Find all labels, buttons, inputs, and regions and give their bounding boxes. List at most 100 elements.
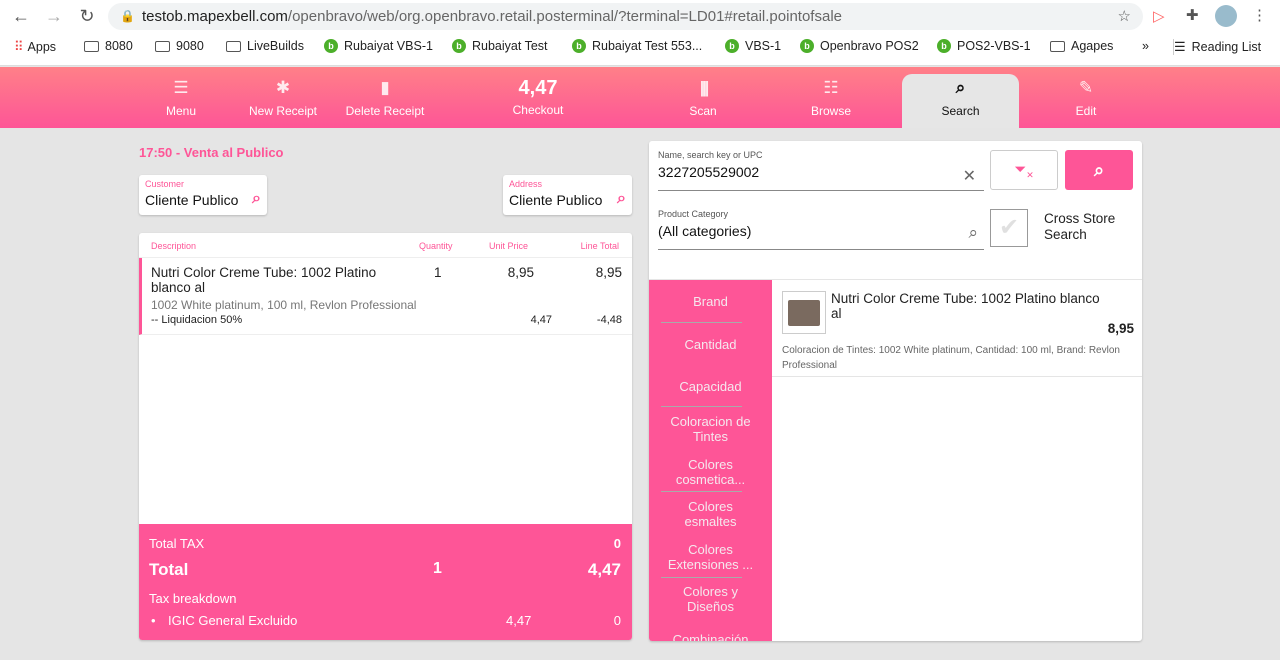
- customer-label: Customer: [145, 179, 185, 189]
- result-description: Coloracion de Tintes: 1002 White platinu…: [782, 345, 1120, 371]
- bookmark-vbs1[interactable]: b VBS-1: [725, 39, 781, 53]
- bookmark-pos2-vbs1[interactable]: b POS2-VBS-1: [937, 39, 1031, 53]
- totals-panel: Total TAX 0 Total 1 4,47 Tax breakdown •…: [139, 524, 632, 640]
- hamburger-icon: ☰: [173, 78, 189, 97]
- total-quantity: 1: [433, 560, 442, 577]
- total-label: Total: [149, 560, 189, 579]
- folder-icon: [155, 40, 170, 52]
- tax-base: 4,47: [506, 613, 532, 628]
- bookmarks-more[interactable]: »: [1142, 39, 1149, 53]
- bookmark-rubaiyat-test-553[interactable]: b Rubaiyat Test 553...: [572, 39, 702, 53]
- bookmark-label: Apps: [27, 40, 57, 54]
- product-category-field[interactable]: Product Category (All categories) ⌕: [658, 209, 984, 250]
- product-search-field[interactable]: Name, search key or UPC 3227205529002 ✕: [658, 150, 984, 191]
- search-tab[interactable]: ⌕ Search: [902, 74, 1019, 128]
- category-item[interactable]: Colores esmaltes: [649, 499, 772, 529]
- clear-filter-button[interactable]: ⏷✕: [990, 150, 1058, 190]
- category-item[interactable]: Combinación: [649, 632, 772, 641]
- col-quantity: Quantity: [419, 241, 453, 251]
- tax-name: IGIC General Excluido: [168, 613, 298, 628]
- search-icon: ⌕: [617, 190, 626, 207]
- menu-button[interactable]: ☰ Menu: [151, 67, 211, 128]
- line-quantity: 1: [434, 265, 442, 280]
- product-result[interactable]: Nutri Color Creme Tube: 1002 Platino bla…: [772, 280, 1142, 377]
- openbravo-icon: b: [725, 39, 739, 53]
- col-line-total: Line Total: [580, 241, 619, 251]
- puzzle-icon[interactable]: ✚: [1186, 6, 1199, 24]
- extension-icon[interactable]: ▷: [1153, 7, 1165, 25]
- bookmark-label: POS2-VBS-1: [957, 39, 1031, 53]
- reading-list-label: Reading List: [1191, 40, 1262, 54]
- divider: [661, 406, 742, 407]
- bookmark-rubaiyat-vbs1[interactable]: b Rubaiyat VBS-1: [324, 39, 433, 53]
- search-icon[interactable]: ⌕: [968, 223, 978, 243]
- address-value: Cliente Publico: [509, 192, 603, 208]
- openbravo-icon: b: [937, 39, 951, 53]
- bookmark-9080[interactable]: 9080: [155, 39, 204, 53]
- total-value: 4,47: [587, 560, 621, 579]
- product-category-value: (All categories): [658, 223, 752, 239]
- bookmark-apps[interactable]: ⠿ Apps: [14, 39, 56, 55]
- customer-value: Cliente Publico: [145, 192, 239, 208]
- bookmark-livebuilds[interactable]: LiveBuilds: [226, 39, 304, 53]
- bookmark-label: Openbravo POS2: [820, 39, 919, 53]
- clear-icon[interactable]: ✕: [963, 166, 976, 186]
- delete-receipt-button[interactable]: ▮ Delete Receipt: [340, 67, 430, 128]
- result-product-name: Nutri Color Creme Tube: 1002 Platino bla…: [831, 291, 1100, 321]
- pos-toolbar: ☰ Menu ✱ New Receipt ▮ Delete Receipt 4,47 C…: [0, 67, 1280, 128]
- asterisk-icon: ✱: [275, 78, 291, 97]
- browse-button[interactable]: ☷ Browse: [801, 67, 861, 128]
- address-selector[interactable]: Address Cliente Publico ⌕: [503, 175, 632, 215]
- category-item[interactable]: Cantidad: [649, 337, 772, 352]
- category-item[interactable]: Brand: [649, 294, 772, 309]
- search-icon: ⌕: [1093, 160, 1105, 180]
- receipt-line[interactable]: Nutri Color Creme Tube: 1002 Platino bla…: [139, 258, 632, 335]
- back-icon[interactable]: ←: [9, 6, 33, 27]
- bookmark-rubaiyat-test[interactable]: b Rubaiyat Test: [452, 39, 548, 53]
- category-item[interactable]: Colores cosmetica...: [649, 457, 772, 487]
- category-item[interactable]: Capacidad: [649, 379, 772, 394]
- category-item[interactable]: Coloracion de Tintes: [649, 414, 772, 444]
- new-receipt-button[interactable]: ✱ New Receipt: [243, 67, 323, 128]
- reading-list[interactable]: ☰ Reading List: [1173, 39, 1261, 55]
- search-label: Search: [941, 104, 980, 118]
- edit-button[interactable]: ✎ Edit: [1056, 67, 1116, 128]
- address-bar[interactable]: 🔒 testob.mapexbell.com/openbravo/web/org.…: [108, 3, 1143, 30]
- col-description: Description: [151, 241, 197, 251]
- customer-selector[interactable]: Customer Cliente Publico ⌕: [139, 175, 267, 215]
- reload-icon[interactable]: ↻: [75, 6, 99, 27]
- openbravo-icon: b: [800, 39, 814, 53]
- result-price: 8,95: [1107, 321, 1134, 336]
- product-search-label: Name, search key or UPC: [658, 150, 763, 160]
- cross-store-checkbox[interactable]: ✔: [990, 209, 1028, 247]
- checkout-button[interactable]: 4,47 Checkout: [498, 67, 578, 128]
- kebab-menu-icon[interactable]: ⋮: [1252, 6, 1267, 24]
- star-icon[interactable]: ☆: [1118, 3, 1131, 30]
- category-item[interactable]: Colores y Diseños: [649, 584, 772, 614]
- line-unit-price: 8,95: [507, 265, 534, 280]
- category-item[interactable]: Colores Extensiones ...: [649, 542, 772, 572]
- lock-icon: 🔒: [120, 9, 135, 23]
- avatar[interactable]: [1215, 5, 1237, 27]
- bookmark-8080[interactable]: 8080: [84, 39, 133, 53]
- folder-icon: [84, 40, 99, 52]
- bookmark-agapes[interactable]: Agapes: [1050, 39, 1113, 53]
- check-icon: ✔: [998, 214, 1020, 241]
- search-button[interactable]: ⌕: [1065, 150, 1133, 190]
- forward-icon[interactable]: →: [42, 6, 66, 27]
- bookmark-label: VBS-1: [745, 39, 782, 53]
- cross-store-label: Cross Store Search: [1044, 211, 1116, 242]
- divider: [661, 322, 742, 323]
- bookmark-label: LiveBuilds: [247, 39, 304, 53]
- address-label: Address: [509, 179, 543, 189]
- scan-button[interactable]: ||||| Scan: [673, 67, 733, 128]
- product-thumbnail: [782, 291, 826, 334]
- product-search-input[interactable]: 3227205529002: [658, 164, 984, 180]
- barcode-icon: |||||: [699, 78, 709, 97]
- delete-receipt-label: Delete Receipt: [345, 104, 425, 118]
- bookmark-label: Rubaiyat VBS-1: [344, 39, 433, 53]
- line-product-name: Nutri Color Creme Tube: 1002 Platino bla…: [151, 265, 377, 295]
- divider: [661, 577, 742, 578]
- search-icon: ⌕: [955, 78, 966, 97]
- bookmark-openbravo-pos2[interactable]: b Openbravo POS2: [800, 39, 919, 53]
